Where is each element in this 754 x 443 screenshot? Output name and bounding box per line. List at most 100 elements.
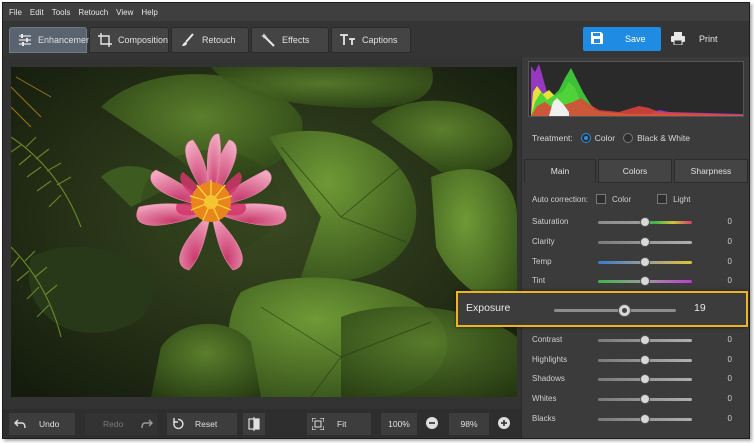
treatment-row: Treatment: Color Black & White	[532, 133, 690, 143]
treatment-color-radio[interactable]	[580, 133, 591, 143]
exposure-slider-knob[interactable]	[618, 304, 631, 317]
zoom-value-field[interactable]: 98%	[449, 413, 489, 435]
auto-color-label: Color	[612, 194, 632, 204]
canvas-area	[3, 57, 521, 409]
save-label: Save	[625, 34, 646, 44]
photo-canvas[interactable]	[11, 67, 517, 397]
highlights-slider-knob[interactable]	[640, 355, 650, 365]
save-button[interactable]: Save	[583, 27, 661, 51]
auto-correction-label: Auto correction:	[532, 194, 589, 204]
tab-sharpness[interactable]: Sharpness	[674, 159, 748, 183]
tab-composition-label: Composition	[118, 35, 169, 45]
treatment-bw-label: Black & White	[637, 133, 691, 143]
zoom-value: 98%	[460, 419, 478, 429]
treatment-label: Treatment:	[532, 133, 573, 143]
brush-icon	[180, 33, 196, 47]
adjustments-panel: Treatment: Color Black & White Main Colo…	[521, 57, 749, 438]
menu-edit[interactable]: Edit	[30, 8, 44, 17]
slider-row-clarity: Clarity 0	[532, 235, 744, 249]
whites-slider-knob[interactable]	[640, 394, 650, 404]
compare-button[interactable]	[243, 413, 265, 435]
auto-color-checkbox[interactable]	[596, 194, 607, 204]
menu-tools[interactable]: Tools	[52, 8, 71, 17]
tool-tabbar: Enhancement Composition Retouch Effects …	[3, 21, 749, 57]
menu-help[interactable]: Help	[141, 8, 157, 17]
slider-row-tint: Tint 0	[532, 274, 744, 288]
zoom-100-label: 100%	[388, 419, 410, 429]
highlights-value: 0	[727, 355, 732, 364]
save-icon	[591, 32, 603, 46]
slider-row-contrast: Contrast 0	[532, 333, 744, 347]
saturation-label: Saturation	[532, 217, 569, 226]
zoom-100-button[interactable]: 100%	[381, 413, 417, 435]
exposure-value: 19	[694, 302, 706, 314]
shadows-value: 0	[727, 374, 732, 383]
tint-slider-knob[interactable]	[640, 276, 650, 286]
whites-label: Whites	[532, 394, 557, 403]
tab-colors[interactable]: Colors	[598, 159, 672, 183]
blacks-value: 0	[727, 414, 732, 423]
fit-button[interactable]: Fit	[307, 413, 371, 435]
histogram	[528, 61, 744, 117]
fit-screen-icon	[307, 418, 329, 430]
tab-effects[interactable]: Effects	[251, 27, 329, 53]
auto-light-checkbox[interactable]	[657, 194, 668, 204]
menu-retouch[interactable]: Retouch	[78, 8, 108, 17]
tab-composition[interactable]: Composition	[89, 27, 169, 53]
slider-row-blacks: Blacks 0	[532, 412, 744, 426]
print-label: Print	[699, 34, 718, 44]
panel-tabs: Main Colors Sharpness	[524, 159, 749, 183]
temp-value: 0	[727, 257, 732, 266]
temp-label: Temp	[532, 257, 552, 266]
menu-file[interactable]: File	[9, 8, 22, 17]
slider-row-saturation: Saturation 0	[532, 215, 744, 229]
contrast-slider-knob[interactable]	[640, 335, 650, 345]
highlights-label: Highlights	[532, 355, 568, 364]
clarity-slider-knob[interactable]	[640, 237, 650, 247]
text-icon	[340, 33, 356, 47]
tab-enhancement-label: Enhancement	[38, 35, 94, 45]
exposure-callout: Exposure 19	[456, 291, 748, 327]
auto-correction-row: Auto correction: Color Light	[532, 194, 691, 204]
magic-wand-icon	[260, 33, 276, 47]
shadows-label: Shadows	[532, 374, 565, 383]
tint-label: Tint	[532, 276, 546, 285]
undo-button[interactable]: Undo	[9, 413, 75, 435]
redo-icon	[137, 419, 157, 429]
bottom-toolbar: Undo Redo Reset Fit 100% 98%	[3, 409, 521, 438]
slider-row-shadows: Shadows 0	[532, 372, 744, 386]
tab-captions-label: Captions	[362, 35, 398, 45]
reset-icon	[167, 418, 189, 430]
slider-row-highlights: Highlights 0	[532, 353, 744, 367]
blacks-slider-knob[interactable]	[640, 414, 650, 424]
treatment-bw-radio[interactable]	[623, 133, 634, 143]
temp-slider-knob[interactable]	[640, 257, 650, 267]
slider-row-whites: Whites 0	[532, 392, 744, 406]
water-lily-photo	[11, 67, 517, 397]
tab-retouch[interactable]: Retouch	[171, 27, 249, 53]
auto-light-label: Light	[673, 194, 691, 204]
tab-enhancement[interactable]: Enhancement	[9, 27, 94, 53]
menu-view[interactable]: View	[116, 8, 133, 17]
undo-label: Undo	[39, 419, 60, 429]
zoom-out-button[interactable]	[421, 413, 443, 435]
photo-editor-window: File Edit Tools Retouch View Help Enhanc…	[2, 2, 750, 439]
tab-captions[interactable]: Captions	[331, 27, 411, 53]
shadows-slider-knob[interactable]	[640, 374, 650, 384]
undo-icon	[9, 419, 31, 429]
tab-main[interactable]: Main	[524, 159, 596, 183]
saturation-slider-knob[interactable]	[640, 217, 650, 227]
reset-label: Reset	[195, 419, 218, 429]
blacks-label: Blacks	[532, 414, 556, 423]
slider-row-temp: Temp 0	[532, 255, 744, 269]
redo-button[interactable]: Redo	[85, 413, 157, 435]
reset-button[interactable]: Reset	[167, 413, 237, 435]
tint-value: 0	[727, 276, 732, 285]
clarity-label: Clarity	[532, 237, 555, 246]
redo-label: Redo	[103, 419, 124, 429]
exposure-slider-track[interactable]	[554, 309, 676, 312]
zoom-in-button[interactable]	[493, 413, 515, 435]
treatment-color-label: Color	[594, 133, 616, 143]
printer-icon	[671, 31, 685, 47]
print-button[interactable]: Print	[665, 27, 743, 51]
